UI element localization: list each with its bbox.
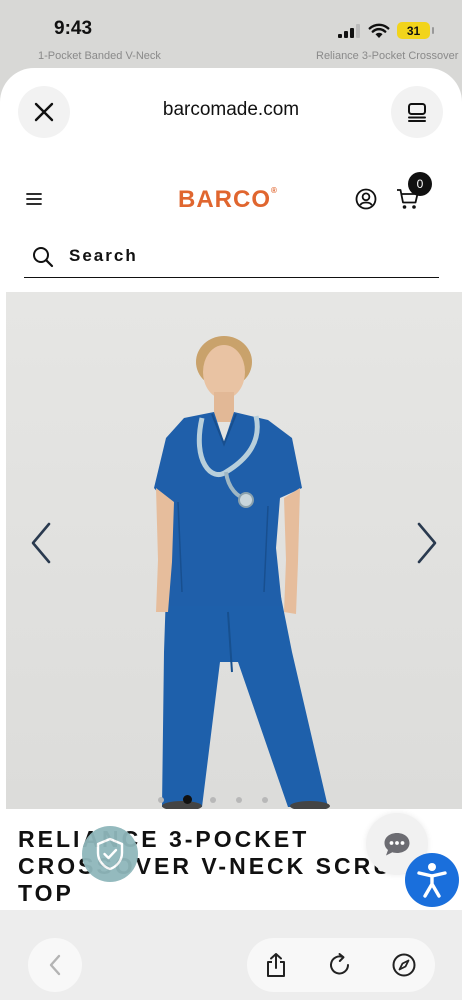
battery-indicator: 31 (397, 22, 434, 39)
barco-logo[interactable]: BARCO® (178, 186, 278, 214)
security-badge[interactable] (82, 826, 138, 882)
menu-icon[interactable] (26, 192, 42, 206)
reader-icon (408, 103, 426, 122)
product-gallery[interactable] (6, 292, 462, 809)
close-icon (34, 102, 54, 122)
account-icon[interactable] (355, 188, 377, 210)
gallery-dot[interactable] (210, 797, 216, 803)
battery-level: 31 (406, 23, 421, 38)
chevron-left-icon (31, 522, 51, 564)
chevron-left-icon (49, 954, 61, 976)
site-header: BARCO® 0 (0, 170, 462, 230)
wifi-icon (368, 23, 390, 38)
gallery-pagination (158, 794, 288, 806)
search-label: Search (69, 246, 138, 265)
gallery-dot[interactable] (236, 797, 242, 803)
logo-registered-mark: ® (271, 186, 278, 195)
browser-sheet: barcomade.com BARCO® 0 Search RELIANCE 3… (0, 68, 462, 1000)
close-button[interactable] (18, 86, 70, 138)
shield-check-icon (96, 837, 124, 871)
background-item-2: Reliance 3-Pocket Crossover (316, 50, 459, 62)
accessibility-button[interactable] (405, 853, 459, 907)
back-button[interactable] (28, 938, 82, 992)
next-image-button[interactable] (412, 518, 442, 568)
gallery-dot[interactable] (262, 797, 268, 803)
browser-toolbar (0, 910, 462, 1000)
chat-bubble-icon (384, 833, 410, 856)
search-bar[interactable]: Search (24, 240, 439, 278)
browser-actions (247, 938, 435, 992)
cart-count-badge: 0 (408, 172, 432, 196)
product-image (6, 292, 462, 809)
reload-icon[interactable] (327, 952, 353, 978)
compass-icon[interactable] (391, 952, 417, 978)
accessibility-icon (417, 863, 447, 898)
search-icon (33, 247, 54, 268)
background-page-peek: 1-Pocket Banded V-Neck Reliance 3-Pocket… (0, 38, 462, 72)
sheet-header: barcomade.com (0, 68, 462, 158)
url-label: barcomade.com (162, 99, 300, 120)
previous-image-button[interactable] (26, 518, 56, 568)
chevron-right-icon (417, 522, 437, 564)
share-icon[interactable] (263, 952, 289, 978)
gallery-dot[interactable] (183, 795, 192, 804)
logo-text: BARCO (178, 186, 271, 213)
page: 9:43 31 1-Pocket Banded V-Neck Reliance … (0, 0, 462, 1000)
reader-button[interactable] (391, 86, 443, 138)
status-time: 9:43 (54, 18, 93, 39)
background-item-1: 1-Pocket Banded V-Neck (38, 50, 161, 62)
signal-icon (338, 24, 360, 38)
gallery-dot[interactable] (158, 797, 164, 803)
